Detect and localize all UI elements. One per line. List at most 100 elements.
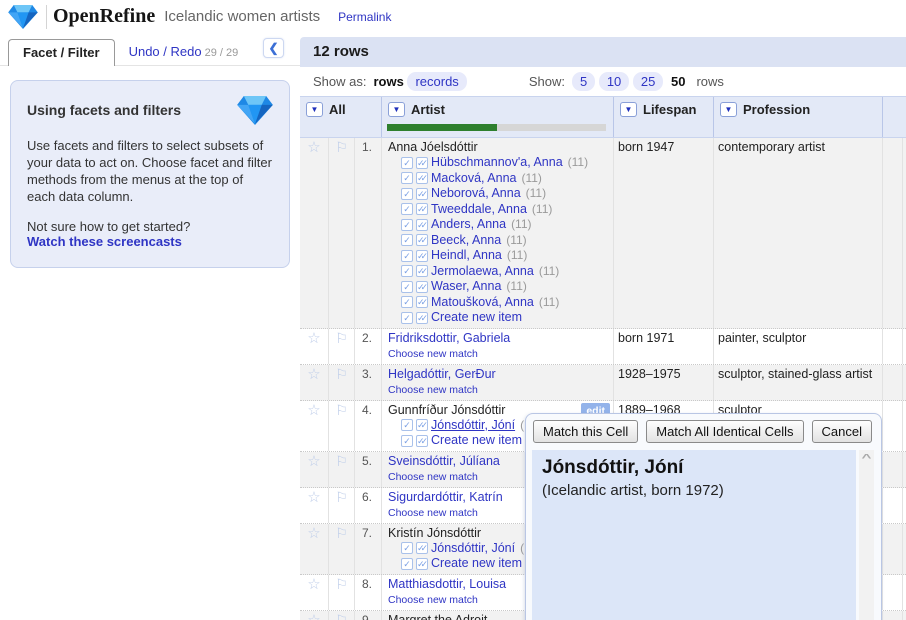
column-menu-dropdown-icon[interactable]: ▼ (620, 102, 637, 117)
match-all-checkbox-icon[interactable]: ✓✓ (416, 172, 428, 184)
star-cell[interactable]: ☆ (300, 452, 329, 487)
match-all-checkbox-icon[interactable]: ✓✓ (416, 265, 428, 277)
match-all-checkbox-icon[interactable]: ✓✓ (416, 157, 428, 169)
candidate-link[interactable]: Tweeddale, Anna (431, 202, 527, 217)
match-all-checkbox-icon[interactable]: ✓✓ (416, 219, 428, 231)
star-cell[interactable]: ☆ (300, 524, 329, 574)
candidate-link[interactable]: Neborová, Anna (431, 186, 521, 201)
matched-item-link[interactable]: Helgadóttir, GerÐur (388, 367, 609, 382)
page-size-25[interactable]: 25 (633, 72, 663, 91)
chevron-up-icon[interactable]: ^ (854, 453, 880, 464)
logo-divider (46, 5, 47, 29)
match-all-checkbox-icon[interactable]: ✓✓ (416, 281, 428, 293)
extra-column-cell (883, 365, 903, 400)
matched-item-link[interactable]: Fridriksdottir, Gabriela (388, 331, 609, 346)
tab-undo-redo[interactable]: Undo / Redo29 / 29 (115, 39, 253, 65)
candidate-link[interactable]: Anders, Anna (431, 217, 506, 232)
watch-screencasts-link[interactable]: Watch these screencasts (27, 234, 273, 249)
flag-cell[interactable]: ⚐ (329, 488, 355, 523)
flag-cell[interactable]: ⚐ (329, 575, 355, 610)
match-all-checkbox-icon[interactable]: ✓✓ (416, 234, 428, 246)
match-all-checkbox-icon[interactable]: ✓✓ (416, 558, 428, 570)
candidate-link[interactable]: Jermolaewa, Anna (431, 264, 534, 279)
match-one-checkbox-icon[interactable]: ✓ (401, 234, 413, 246)
match-one-checkbox-icon[interactable]: ✓ (401, 281, 413, 293)
match-one-checkbox-icon[interactable]: ✓ (401, 435, 413, 447)
candidate-link[interactable]: Jónsdóttir, Jóní (431, 541, 515, 556)
match-all-checkbox-icon[interactable]: ✓✓ (416, 419, 428, 431)
flag-cell[interactable]: ⚐ (329, 329, 355, 364)
extra-column-cell (883, 401, 903, 451)
star-cell[interactable]: ☆ (300, 329, 329, 364)
match-one-checkbox-icon[interactable]: ✓ (401, 219, 413, 231)
match-one-checkbox-icon[interactable]: ✓ (401, 203, 413, 215)
star-cell[interactable]: ☆ (300, 401, 329, 451)
match-one-checkbox-icon[interactable]: ✓ (401, 265, 413, 277)
candidate-link[interactable]: Create new item (431, 310, 522, 325)
candidate-link[interactable]: Jónsdóttir, Jóní (431, 418, 515, 433)
match-one-checkbox-icon[interactable]: ✓ (401, 172, 413, 184)
candidate-link[interactable]: Beeck, Anna (431, 233, 501, 248)
match-all-checkbox-icon[interactable]: ✓✓ (416, 296, 428, 308)
match-one-checkbox-icon[interactable]: ✓ (401, 188, 413, 200)
flag-cell[interactable]: ⚐ (329, 452, 355, 487)
star-cell[interactable]: ☆ (300, 138, 329, 328)
column-header-extra (883, 97, 903, 137)
match-one-checkbox-icon[interactable]: ✓ (401, 558, 413, 570)
collapse-panel-button[interactable]: ❮ (263, 38, 284, 58)
tab-facet-filter[interactable]: Facet / Filter (8, 39, 115, 66)
star-cell[interactable]: ☆ (300, 365, 329, 400)
star-cell[interactable]: ☆ (300, 611, 329, 620)
match-this-cell-button[interactable]: Match this Cell (533, 420, 638, 443)
match-all-checkbox-icon[interactable]: ✓✓ (416, 542, 428, 554)
candidate-link[interactable]: Create new item (431, 433, 522, 448)
match-all-checkbox-icon[interactable]: ✓✓ (416, 312, 428, 324)
column-menu-dropdown-icon[interactable]: ▼ (306, 102, 323, 117)
lifespan-cell: born 1971 (614, 329, 714, 364)
choose-new-match-link[interactable]: Choose new match (388, 383, 609, 398)
permalink-link[interactable]: Permalink (338, 10, 391, 24)
flag-cell[interactable]: ⚐ (329, 524, 355, 574)
match-one-checkbox-icon[interactable]: ✓ (401, 157, 413, 169)
candidate-link[interactable]: Hübschmannov'a, Anna (431, 155, 563, 170)
flag-cell[interactable]: ⚐ (329, 365, 355, 400)
page-size-5[interactable]: 5 (572, 72, 595, 91)
star-cell[interactable]: ☆ (300, 575, 329, 610)
candidate-link[interactable]: Waser, Anna (431, 279, 501, 294)
match-all-checkbox-icon[interactable]: ✓✓ (416, 203, 428, 215)
column-menu-dropdown-icon[interactable]: ▼ (720, 102, 737, 117)
star-icon: ☆ (307, 525, 320, 542)
candidate-link[interactable]: Macková, Anna (431, 171, 516, 186)
star-cell[interactable]: ☆ (300, 488, 329, 523)
match-one-checkbox-icon[interactable]: ✓ (401, 296, 413, 308)
flag-cell[interactable]: ⚐ (329, 401, 355, 451)
reconcile-candidate: ✓✓✓Neborová, Anna(11) (401, 186, 609, 202)
lifespan-cell: 1928–1975 (614, 365, 714, 400)
match-all-checkbox-icon[interactable]: ✓✓ (416, 250, 428, 262)
candidate-preview: Jónsdóttir, Jóní (Icelandic artist, born… (532, 450, 856, 620)
candidate-link[interactable]: Matoušková, Anna (431, 295, 534, 310)
match-one-checkbox-icon[interactable]: ✓ (401, 419, 413, 431)
row-index: 5. (355, 452, 382, 487)
popup-scrollbar[interactable]: ^ (859, 450, 874, 620)
column-label: Profession (743, 102, 810, 117)
show-as-records[interactable]: records (407, 72, 466, 91)
match-one-checkbox-icon[interactable]: ✓ (401, 250, 413, 262)
candidate-score: (11) (526, 186, 546, 201)
page-size-50[interactable]: 50 (667, 72, 689, 91)
cancel-button[interactable]: Cancel (812, 420, 872, 443)
column-menu-dropdown-icon[interactable]: ▼ (388, 102, 405, 117)
show-as-rows[interactable]: rows (373, 74, 403, 89)
candidate-link[interactable]: Create new item (431, 556, 522, 571)
match-all-checkbox-icon[interactable]: ✓✓ (416, 435, 428, 447)
match-one-checkbox-icon[interactable]: ✓ (401, 542, 413, 554)
page-size-10[interactable]: 10 (599, 72, 629, 91)
match-all-checkbox-icon[interactable]: ✓✓ (416, 188, 428, 200)
flag-cell[interactable]: ⚐ (329, 611, 355, 620)
match-all-identical-cells-button[interactable]: Match All Identical Cells (646, 420, 803, 443)
choose-new-match-link[interactable]: Choose new match (388, 347, 609, 362)
candidate-link[interactable]: Heindl, Anna (431, 248, 502, 263)
profession-cell: sculptor, stained-glass artist (714, 365, 883, 400)
flag-cell[interactable]: ⚐ (329, 138, 355, 328)
match-one-checkbox-icon[interactable]: ✓ (401, 312, 413, 324)
